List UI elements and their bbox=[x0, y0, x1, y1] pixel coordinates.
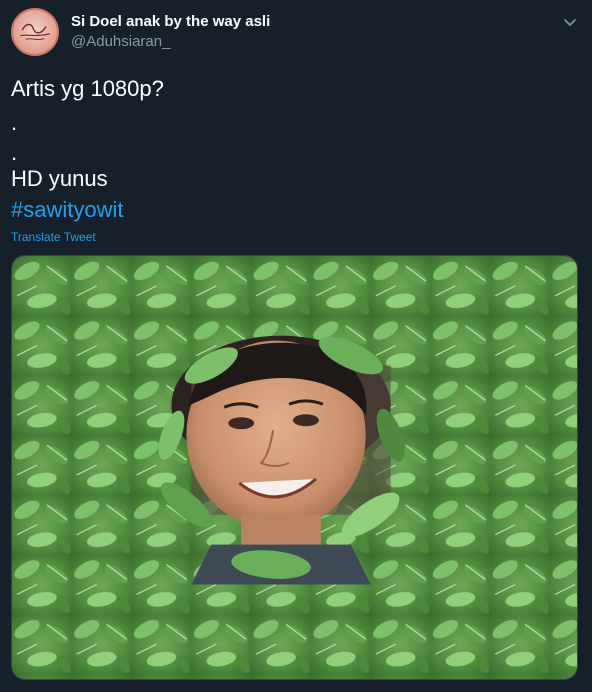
display-name[interactable]: Si Doel anak by the way asli bbox=[71, 13, 270, 30]
hashtag-link[interactable]: #sawityowit bbox=[11, 197, 123, 223]
tweet-media-image[interactable] bbox=[11, 255, 578, 680]
tweet-text-line: . bbox=[11, 110, 18, 135]
chevron-down-icon bbox=[564, 19, 576, 26]
avatar-logo-icon bbox=[20, 23, 50, 40]
avatar[interactable] bbox=[11, 8, 59, 56]
tweet-text-line: . bbox=[11, 140, 18, 165]
photo-leaves-face bbox=[12, 256, 577, 679]
more-options-button[interactable] bbox=[560, 12, 580, 32]
translate-tweet-link[interactable]: Translate Tweet bbox=[11, 230, 96, 244]
tweet-card: Si Doel anak by the way asli @Aduhsiaran… bbox=[0, 0, 592, 692]
tweet-text-line: HD yunus bbox=[11, 166, 108, 191]
tweet-text-line: Artis yg 1080p? bbox=[11, 76, 164, 101]
user-handle[interactable]: @Aduhsiaran_ bbox=[71, 33, 170, 50]
